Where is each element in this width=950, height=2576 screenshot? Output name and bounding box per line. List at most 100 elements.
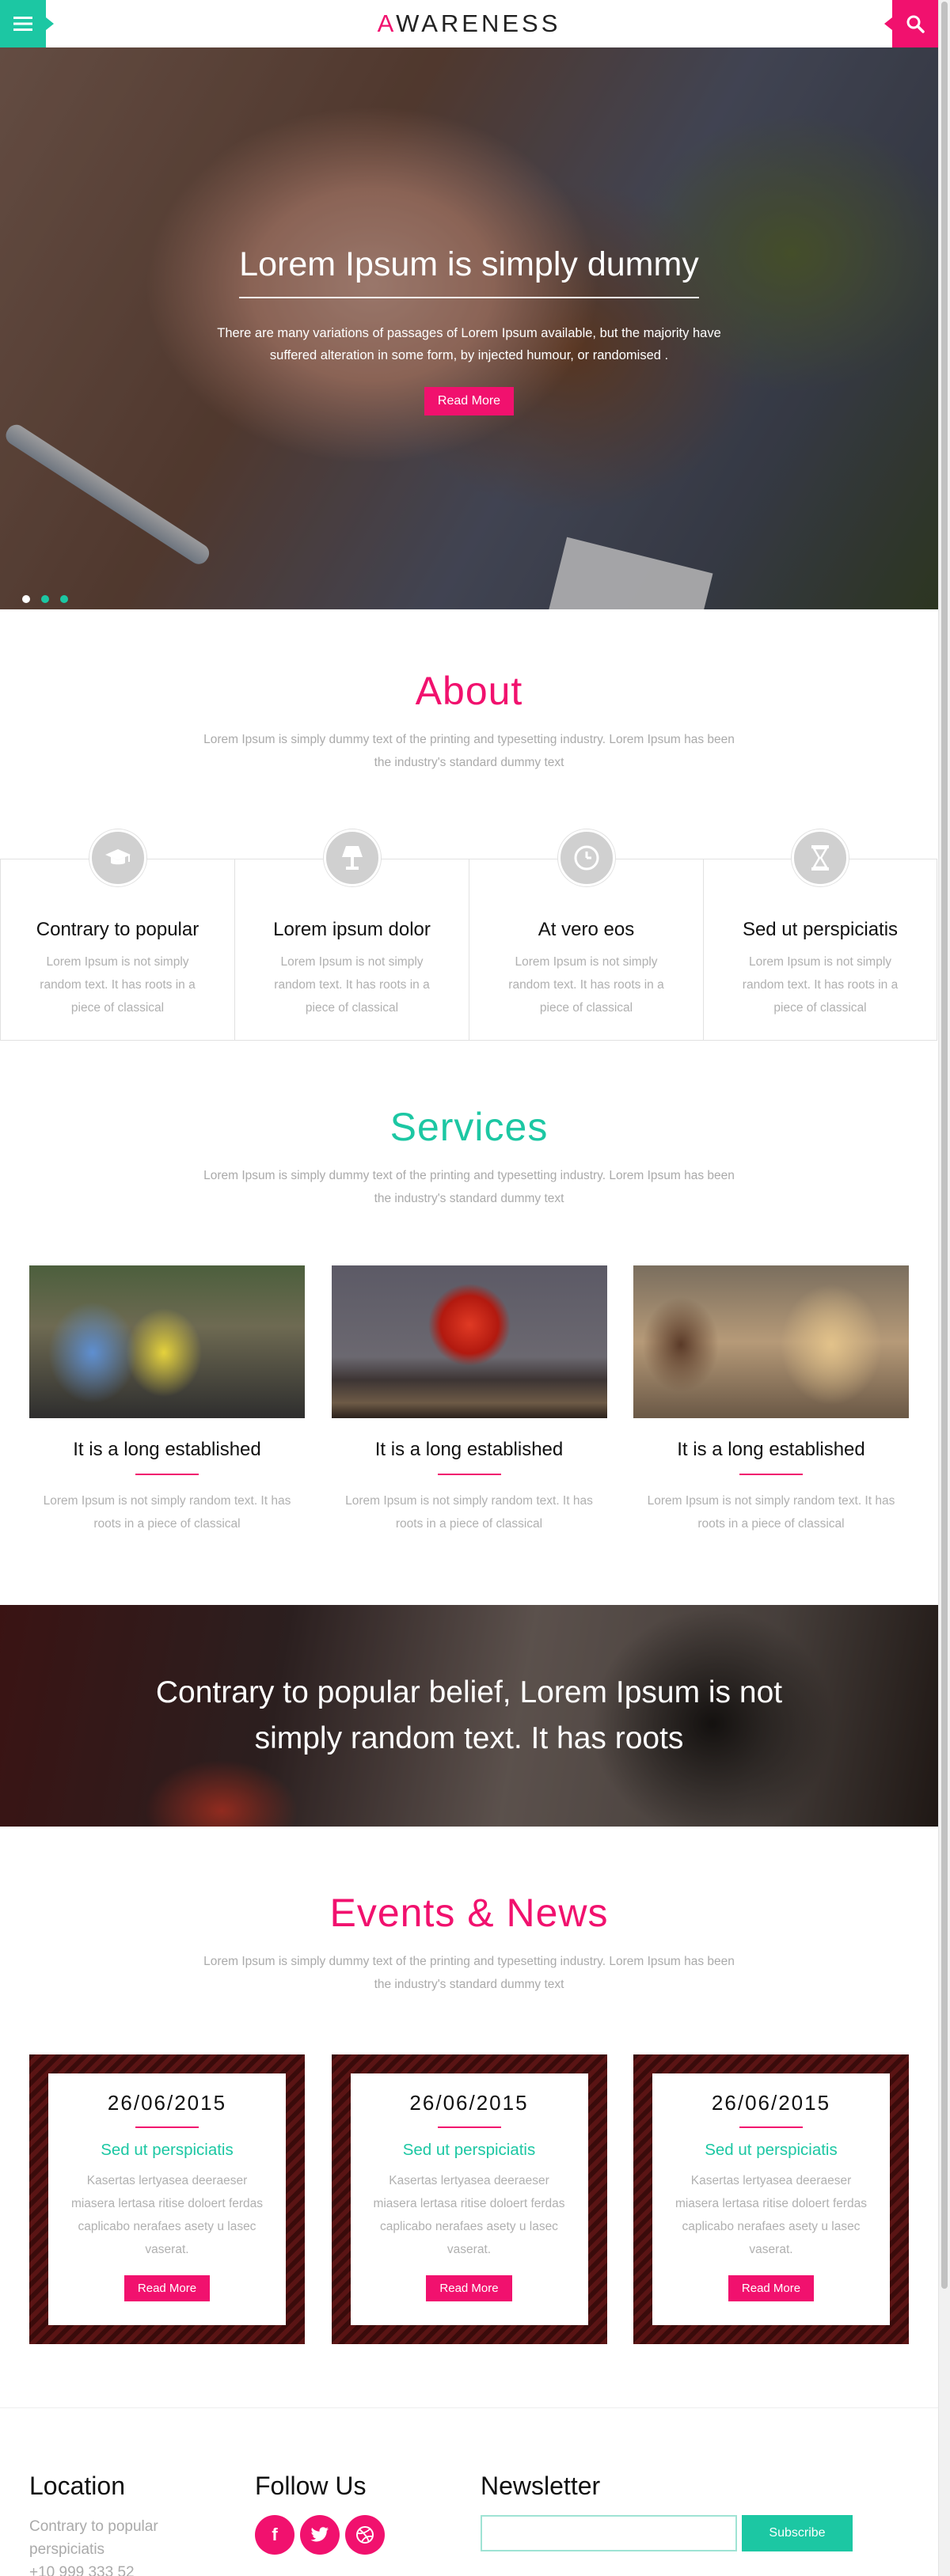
hamburger-icon [13,17,32,31]
events-title: Events & News [329,1891,609,1935]
feature-title: At vero eos [538,919,635,940]
subscribe-button[interactable]: Subscribe [742,2515,853,2551]
feature-title: Sed ut perspiciatis [742,919,899,940]
event-card: 26/06/2015 Sed ut perspiciatis Kasertas … [48,2073,286,2325]
event-text: Kasertas lertyasea deeraeser miasera ler… [70,2174,264,2256]
location-address: Contrary to popular perspiciatis [29,2518,158,2558]
site-footer: Location Contrary to popular perspiciati… [0,2407,938,2576]
twitter-icon[interactable] [300,2515,340,2555]
feature-text: Lorem Ipsum is not simply random text. I… [508,955,664,1015]
feature-list: Contrary to popular Lorem Ipsum is not s… [0,829,938,1041]
slider-dot-1[interactable] [22,595,30,603]
footer-follow: Follow Us f [255,2472,481,2576]
slider-dot-2[interactable] [41,595,49,603]
site-header: AWARENESS [0,0,938,47]
service-title[interactable]: It is a long established [633,1439,909,1461]
feature-item: At vero eos Lorem Ipsum is not simply ra… [469,829,703,1041]
search-icon [906,15,925,33]
service-image-students[interactable] [633,1265,909,1418]
event-item: 26/06/2015 Sed ut perspiciatis Kasertas … [332,2054,607,2344]
feature-item: Contrary to popular Lorem Ipsum is not s… [0,829,234,1041]
feature-text: Lorem Ipsum is not simply random text. I… [40,955,196,1015]
events-header: Events & News Lorem Ipsum is simply dumm… [0,1890,938,1996]
services-header: Services Lorem Ipsum is simply dummy tex… [0,1104,938,1210]
hourglass-icon [792,829,849,886]
divider [135,1474,199,1475]
divider [135,2126,199,2128]
events-section: Events & News Lorem Ipsum is simply dumm… [0,1827,938,2344]
event-title[interactable]: Sed ut perspiciatis [652,2141,890,2160]
hero-text: There are many variations of passages of… [217,326,721,362]
newsletter-title: Newsletter [481,2472,601,2500]
footer-newsletter: Newsletter Subscribe [481,2472,909,2576]
event-list: 26/06/2015 Sed ut perspiciatis Kasertas … [0,2054,938,2344]
banner-text: Contrary to popular belief, Lorem Ipsum … [155,1675,783,1755]
divider [437,1474,501,1475]
event-date: 26/06/2015 [711,2091,831,2115]
event-title[interactable]: Sed ut perspiciatis [48,2141,286,2160]
event-item: 26/06/2015 Sed ut perspiciatis Kasertas … [633,2054,909,2344]
event-card: 26/06/2015 Sed ut perspiciatis Kasertas … [652,2073,890,2325]
scrollbar-thumb[interactable] [941,2,948,2289]
page: AWARENESS Lorem Ipsum is simply dummy Th… [0,0,938,2576]
event-date: 26/06/2015 [107,2091,227,2115]
search-button[interactable] [884,0,938,47]
location-phone: +10 999 333 52 [29,2564,135,2576]
about-title: About [415,669,523,713]
feature-title: Contrary to popular [36,919,200,940]
site-logo[interactable]: AWARENESS [378,9,561,38]
lamp-icon [323,829,381,886]
hero-read-more-button[interactable]: Read More [424,387,515,415]
services-subtitle: Lorem Ipsum is simply dummy text of the … [203,1169,735,1205]
location-title: Location [29,2472,125,2500]
service-text: Lorem Ipsum is not simply random text. I… [345,1494,593,1531]
graduation-cap-icon [89,829,146,886]
event-read-more-button[interactable]: Read More [124,2275,211,2301]
event-read-more-button[interactable]: Read More [728,2275,815,2301]
service-title[interactable]: It is a long established [332,1439,607,1461]
service-image-apple-books[interactable] [331,1265,607,1418]
services-title: Services [390,1105,549,1149]
service-item: It is a long established Lorem Ipsum is … [633,1265,909,1535]
hero-title: Lorem Ipsum is simply dummy [239,245,699,298]
service-text: Lorem Ipsum is not simply random text. I… [43,1494,291,1531]
follow-title: Follow Us [255,2472,367,2500]
about-section: About Lorem Ipsum is simply dummy text o… [0,609,938,1041]
feature-item: Sed ut perspiciatis Lorem Ipsum is not s… [703,829,937,1041]
about-subtitle: Lorem Ipsum is simply dummy text of the … [203,733,735,769]
page-scrollbar[interactable] [938,0,950,2576]
event-title[interactable]: Sed ut perspiciatis [351,2141,588,2160]
service-list: It is a long established Lorem Ipsum is … [0,1265,938,1535]
menu-button[interactable] [0,0,54,47]
hero-slider: Lorem Ipsum is simply dummy There are ma… [0,47,938,609]
facebook-icon[interactable]: f [255,2515,294,2555]
quote-banner: Contrary to popular belief, Lorem Ipsum … [0,1605,938,1827]
event-read-more-button[interactable]: Read More [426,2275,512,2301]
feature-text: Lorem Ipsum is not simply random text. I… [274,955,430,1015]
social-links: f [255,2515,481,2555]
about-header: About Lorem Ipsum is simply dummy text o… [0,668,938,774]
feature-title: Lorem ipsum dolor [273,919,431,940]
feature-item: Lorem ipsum dolor Lorem Ipsum is not sim… [234,829,469,1041]
divider [739,1474,803,1475]
service-item: It is a long established Lorem Ipsum is … [29,1265,305,1535]
event-card: 26/06/2015 Sed ut perspiciatis Kasertas … [350,2073,588,2325]
newsletter-email-input[interactable] [481,2515,737,2551]
event-text: Kasertas lertyasea deeraeser miasera ler… [674,2174,868,2256]
slider-dots [22,595,68,603]
hero-content: Lorem Ipsum is simply dummy There are ma… [0,245,938,415]
event-item: 26/06/2015 Sed ut perspiciatis Kasertas … [29,2054,305,2344]
service-text: Lorem Ipsum is not simply random text. I… [647,1494,895,1531]
event-text: Kasertas lertyasea deeraeser miasera ler… [373,2174,565,2256]
dribbble-icon[interactable] [345,2515,385,2555]
services-section: Services Lorem Ipsum is simply dummy tex… [0,1041,938,1535]
divider [739,2126,803,2128]
service-image-computer-class[interactable] [29,1265,305,1418]
divider [437,2126,501,2128]
clock-icon [557,829,615,886]
logo-accent-letter: A [377,9,397,37]
logo-text: WARENESS [396,9,561,37]
feature-text: Lorem Ipsum is not simply random text. I… [742,955,899,1015]
service-title[interactable]: It is a long established [29,1439,305,1461]
slider-dot-3[interactable] [60,595,68,603]
